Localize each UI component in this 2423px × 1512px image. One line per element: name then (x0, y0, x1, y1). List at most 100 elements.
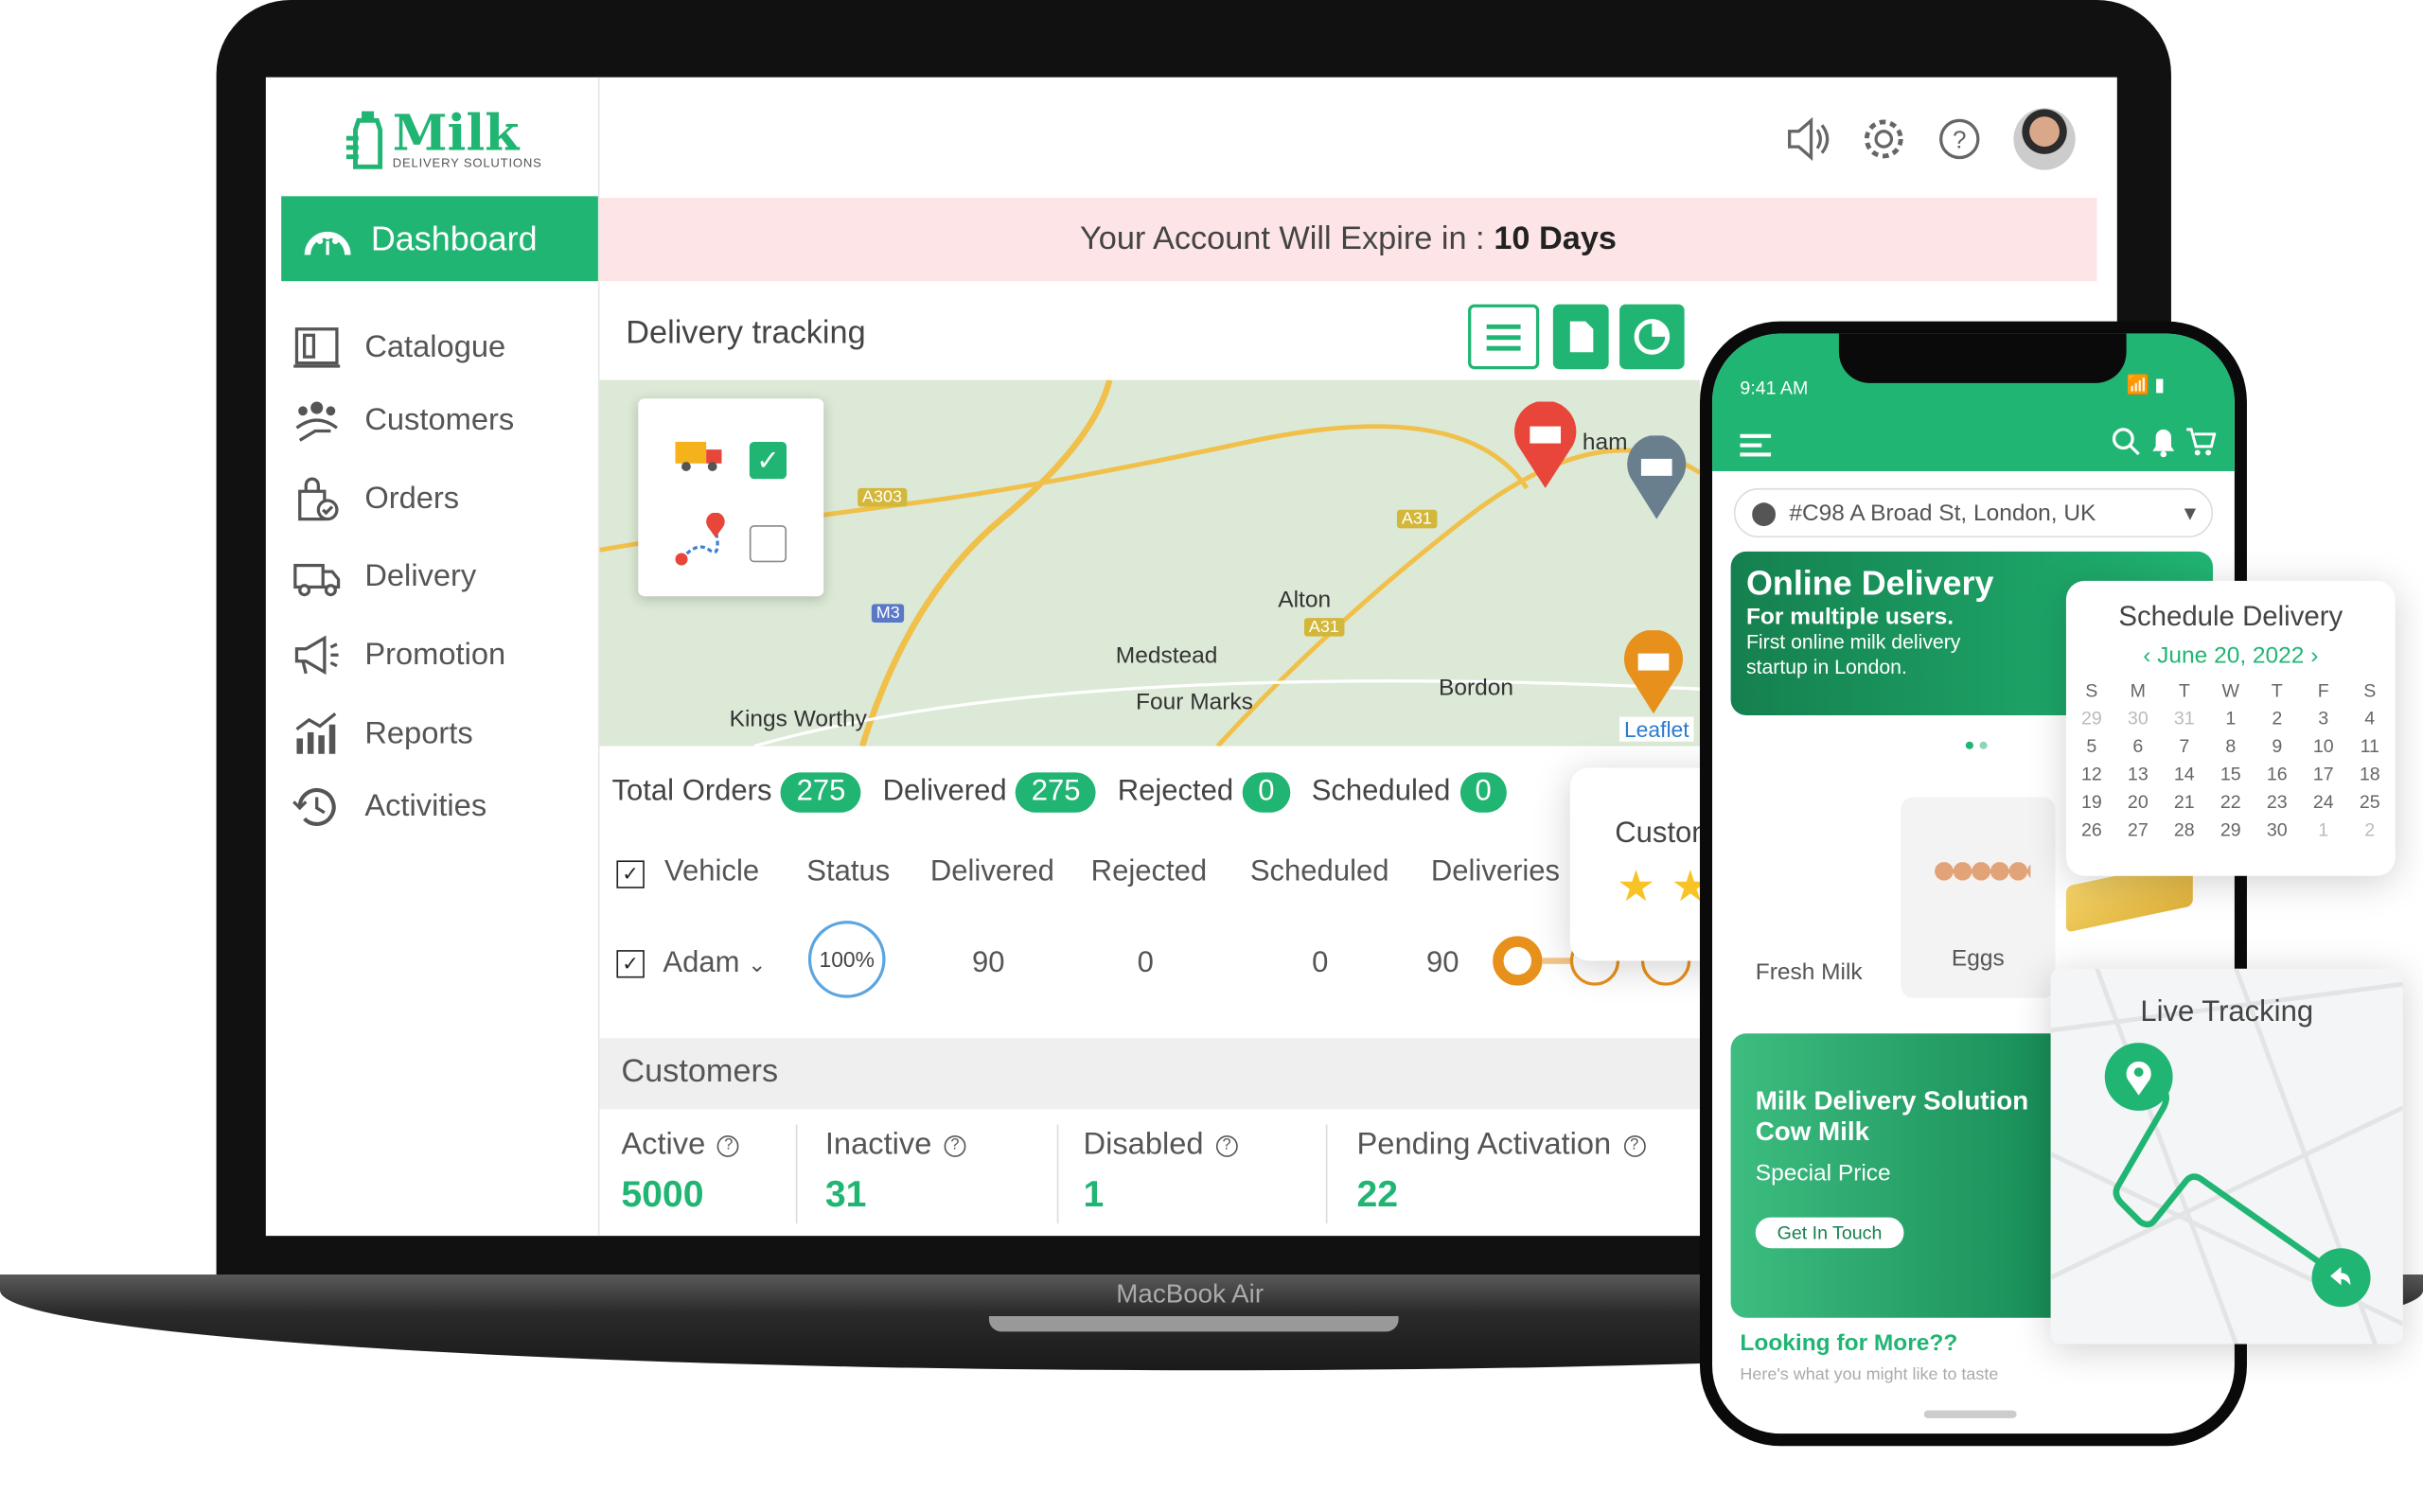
calendar-grid: SMTWTFS 29 30 31 1 2 3 4 5 6 7 8 9 10 11 12 13 14 15 16 17 1… (2068, 677, 2393, 843)
calendar-day[interactable]: 2 (2254, 705, 2300, 732)
calendar-day[interactable]: 22 (2207, 788, 2254, 816)
sidebar-item-customers[interactable]: Customers (291, 397, 514, 444)
map-place-label: Alton (1278, 587, 1332, 614)
calendar-day[interactable]: 1 (2300, 816, 2346, 843)
calendar-day[interactable]: 30 (2254, 816, 2300, 843)
label-text: Disabled (1083, 1127, 1204, 1162)
calendar-day[interactable]: 9 (2254, 732, 2300, 760)
customers-inactive-label: Inactive? (825, 1128, 966, 1164)
column-header-vehicle[interactable]: Vehicle (664, 856, 759, 890)
calendar-day[interactable]: 31 (2161, 705, 2207, 732)
calendar-day[interactable]: 8 (2207, 732, 2254, 760)
map-attribution-link[interactable]: Leaflet (1619, 716, 1694, 742)
calendar-day[interactable]: 13 (2114, 760, 2161, 787)
calendar-day[interactable]: 18 (2346, 760, 2393, 787)
search-icon[interactable] (2111, 427, 2142, 458)
calendar-day[interactable]: 20 (2114, 788, 2161, 816)
calendar-day[interactable]: 2 (2346, 816, 2393, 843)
road-label: A31 (1303, 618, 1344, 637)
vehicle-name: Adam (663, 946, 740, 980)
sidebar-item-dashboard[interactable]: Dashboard (281, 196, 598, 282)
select-all-checkbox[interactable]: ✓ (616, 860, 645, 888)
help-icon[interactable]: ? (1215, 1134, 1238, 1157)
live-tracking-title: Live Tracking (2140, 996, 2314, 1029)
column-header-deliveries[interactable]: Deliveries (1431, 856, 1560, 890)
sidebar-item-activities[interactable]: Activities (291, 783, 486, 830)
calendar-day[interactable]: 6 (2114, 732, 2161, 760)
calendar-day[interactable]: 26 (2068, 816, 2114, 843)
route-layer-checkbox[interactable] (749, 525, 787, 563)
truck-marker-red[interactable] (1512, 401, 1580, 492)
calendar-day[interactable]: 7 (2161, 732, 2207, 760)
truck-marker-blue[interactable] (1626, 435, 1688, 521)
bell-icon[interactable] (2151, 427, 2176, 458)
calendar-day[interactable]: 12 (2068, 760, 2114, 787)
help-icon[interactable]: ? (1623, 1134, 1646, 1157)
sidebar-item-reports[interactable]: Reports (291, 711, 473, 757)
truck-marker-orange[interactable] (1622, 630, 1684, 716)
delivery-map[interactable]: A303 A31 A31 M3 Kings Worthy Medstead Fo… (599, 379, 1700, 747)
chart-view-button[interactable] (1619, 304, 1685, 370)
calendar-day[interactable]: 17 (2300, 760, 2346, 787)
calendar-day[interactable]: 15 (2207, 760, 2254, 787)
calendar-day[interactable]: 3 (2300, 705, 2346, 732)
sidebar-item-label: Customers (364, 402, 515, 437)
speaker-icon[interactable] (1780, 112, 1836, 167)
sidebar-item-orders[interactable]: Orders (291, 476, 459, 522)
calendar-day[interactable]: 10 (2300, 732, 2346, 760)
get-in-touch-button[interactable]: Get In Touch (1755, 1217, 1904, 1249)
prev-month-icon[interactable]: ‹ (2143, 642, 2157, 669)
calendar-day[interactable]: 23 (2254, 788, 2300, 816)
sidebar-item-promotion[interactable]: Promotion (291, 632, 505, 678)
help-icon[interactable]: ? (944, 1134, 966, 1157)
address-select[interactable]: ⬤ #C98 A Broad St, London, UK ▾ (1733, 487, 2214, 538)
calendar-day[interactable]: 14 (2161, 760, 2207, 787)
document-view-button[interactable] (1552, 304, 1609, 370)
calendar-day[interactable]: 5 (2068, 732, 2114, 760)
avatar[interactable] (2013, 108, 2076, 170)
calendar-day[interactable]: 29 (2068, 705, 2114, 732)
vehicle-dropdown[interactable]: Adam ⌄ (663, 947, 766, 981)
column-header-scheduled[interactable]: Scheduled (1250, 856, 1389, 890)
divider (795, 1124, 798, 1224)
column-header-rejected[interactable]: Rejected (1091, 856, 1207, 890)
next-month-icon[interactable]: › (2304, 642, 2318, 669)
help-icon[interactable]: ? (1932, 112, 1988, 167)
product-name[interactable]: Fresh Milk (1756, 959, 1863, 986)
customers-icon (295, 401, 338, 442)
truck-layer-checkbox[interactable]: ✓ (749, 441, 787, 480)
calendar-day[interactable]: 19 (2068, 788, 2114, 816)
column-header-delivered[interactable]: Delivered (930, 856, 1054, 890)
list-view-button[interactable] (1468, 304, 1540, 370)
delivered-badge: 275 (1016, 772, 1096, 813)
carousel-dots[interactable] (1965, 730, 1990, 749)
weekday-label: T (2178, 679, 2190, 702)
status-time: 9:41 AM (1740, 377, 1809, 399)
catalogue-icon (293, 327, 341, 368)
calendar-day[interactable]: 27 (2114, 816, 2161, 843)
delivery-step-current[interactable] (1493, 936, 1543, 986)
calendar-day[interactable]: 4 (2346, 705, 2393, 732)
sidebar-item-catalogue[interactable]: Catalogue (291, 325, 505, 371)
calendar-day[interactable]: 30 (2114, 705, 2161, 732)
row-checkbox[interactable]: ✓ (616, 950, 645, 978)
calendar-day[interactable]: 16 (2254, 760, 2300, 787)
sidebar-item-delivery[interactable]: Delivery (291, 554, 476, 600)
customers-active-label: Active? (621, 1128, 740, 1164)
cart-icon[interactable] (2185, 427, 2217, 458)
calendar-day[interactable]: 11 (2346, 732, 2393, 760)
calendar-day[interactable]: 24 (2300, 788, 2346, 816)
product-card-eggs[interactable]: Eggs (1901, 797, 2056, 998)
menu-icon[interactable] (1740, 432, 1774, 457)
total-orders-badge: 275 (781, 772, 861, 813)
calendar-day[interactable]: 1 (2207, 705, 2254, 732)
calendar-day[interactable]: 21 (2161, 788, 2207, 816)
schedule-delivery-card: Schedule Delivery ‹ June 20, 2022 › S M T W… (2065, 580, 2396, 876)
calendar-day[interactable]: 29 (2207, 816, 2254, 843)
help-icon[interactable]: ? (717, 1134, 740, 1157)
road-label: M3 (871, 604, 905, 623)
calendar-day[interactable]: 25 (2346, 788, 2393, 816)
gear-icon[interactable] (1856, 112, 1912, 167)
column-header-status[interactable]: Status (806, 856, 890, 890)
calendar-day[interactable]: 28 (2161, 816, 2207, 843)
